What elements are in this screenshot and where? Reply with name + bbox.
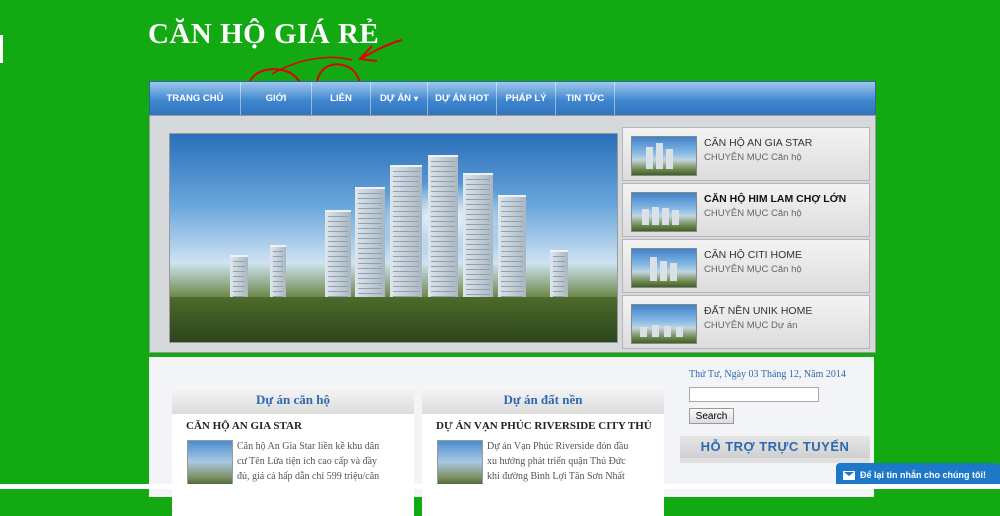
- nav-label: DỰ ÁN HOT: [435, 93, 489, 104]
- nav-item-home[interactable]: TRANG CHỦ: [150, 82, 241, 116]
- box-heading[interactable]: Dự án căn hộ: [172, 386, 414, 414]
- nav-label: LIÊN: [330, 93, 352, 104]
- thumb-title: CĂN HỘ AN GIA STAR: [704, 137, 813, 149]
- main-nav: TRANG CHỦ GIỚI LIÊN DỰ ÁN ▾ DỰ ÁN HOT PHÁ…: [149, 81, 876, 117]
- nav-item-news[interactable]: TIN TỨC: [556, 82, 615, 116]
- slider-thumb[interactable]: ĐẤT NỀN UNIK HOME CHUYÊN MỤC Dự án: [622, 295, 870, 349]
- box-item-title[interactable]: DỰ ÁN VẠN PHÚC RIVERSIDE CITY THỦ: [422, 414, 664, 432]
- nav-label: DỰ ÁN: [379, 93, 412, 104]
- thumb-title: CĂN HỘ HIM LAM CHỢ LỚN: [704, 193, 847, 205]
- search-button[interactable]: Search: [689, 408, 734, 424]
- excerpt-line: khi đường Bình Lợi Tân Sơn Nhất: [487, 471, 625, 482]
- thumb-title: CĂN HỘ CITI HOME: [704, 249, 803, 261]
- slider-thumb[interactable]: CĂN HỘ CITI HOME CHUYÊN MỤC Căn hộ: [622, 239, 870, 293]
- site-title[interactable]: CĂN HỘ GIÁ RẺ: [148, 18, 379, 51]
- thumb-image: [631, 248, 697, 288]
- hero-building: [390, 165, 422, 307]
- slider-thumb[interactable]: CĂN HỘ AN GIA STAR CHUYÊN MỤC Căn hộ: [622, 127, 870, 181]
- box-item-excerpt: Dự án Vạn Phúc Riverside đón đầu xu hướn…: [487, 439, 659, 484]
- excerpt-line: Dự án Vạn Phúc Riverside đón đầu: [487, 441, 629, 452]
- nav-label: TRANG CHỦ: [166, 93, 224, 104]
- left-edge-strip: [0, 35, 3, 63]
- current-date: Thứ Tư, Ngày 03 Tháng 12, Năm 2014: [689, 369, 846, 380]
- envelope-icon: [843, 471, 855, 481]
- box-heading[interactable]: Dự án đất nền: [422, 386, 664, 414]
- hero-building: [463, 173, 493, 307]
- nav-item-contact[interactable]: LIÊN: [312, 82, 371, 116]
- thumb-image: [631, 192, 697, 232]
- thumb-category: CHUYÊN MỤC Dự án: [704, 320, 798, 331]
- hero-image[interactable]: [169, 133, 618, 343]
- hero-building: [498, 195, 526, 307]
- hero-building: [428, 155, 458, 307]
- slider-thumb[interactable]: CĂN HỘ HIM LAM CHỢ LỚN CHUYÊN MỤC Căn hộ: [622, 183, 870, 237]
- chat-label: Để lại tin nhắn cho chúng tôi!: [860, 470, 986, 480]
- hero-building: [355, 187, 385, 307]
- excerpt-line: Căn hộ An Gia Star liền kề khu dân: [237, 441, 380, 452]
- hero-trees: [170, 297, 617, 342]
- thumb-category: CHUYÊN MỤC Căn hộ: [704, 264, 802, 275]
- thumb-title: ĐẤT NỀN UNIK HOME: [704, 305, 813, 317]
- nav-item-legal[interactable]: PHÁP LÝ: [497, 82, 556, 116]
- box-item-image[interactable]: [437, 440, 483, 488]
- project-box-land: Dự án đất nền DỰ ÁN VẠN PHÚC RIVERSIDE C…: [422, 386, 664, 516]
- nav-item-projects[interactable]: DỰ ÁN ▾: [371, 82, 428, 116]
- hero-building: [325, 210, 351, 307]
- excerpt-line: đủ, giá cả hấp dẫn chỉ 599 triệu/căn: [237, 471, 380, 482]
- box-item-title[interactable]: CĂN HỘ AN GIA STAR: [172, 414, 414, 432]
- chevron-down-icon: ▾: [414, 94, 419, 103]
- nav-label: PHÁP LÝ: [505, 93, 547, 104]
- search-input[interactable]: [689, 387, 819, 402]
- excerpt-line: xu hướng phát triển quận Thủ Đức: [487, 456, 626, 467]
- nav-label: TIN TỨC: [565, 93, 605, 104]
- excerpt-line: cư Tên Lửa tiện ích cao cấp và đầy: [237, 456, 378, 467]
- thumb-image: [631, 304, 697, 344]
- nav-label: GIỚI: [265, 93, 287, 104]
- annotation-connector: [271, 56, 353, 75]
- nav-item-hot-projects[interactable]: DỰ ÁN HOT: [428, 82, 497, 116]
- box-item-image[interactable]: [187, 440, 233, 488]
- bottom-edge: [0, 484, 1000, 489]
- nav-item-about[interactable]: GIỚI: [241, 82, 312, 116]
- box-item-excerpt: Căn hộ An Gia Star liền kề khu dân cư Tê…: [237, 439, 409, 484]
- project-box-apartments: Dự án căn hộ CĂN HỘ AN GIA STAR Căn hộ A…: [172, 386, 414, 516]
- thumb-category: CHUYÊN MỤC Căn hộ: [704, 208, 802, 219]
- thumb-image: [631, 136, 697, 176]
- slider-thumbnails: CĂN HỘ AN GIA STAR CHUYÊN MỤC Căn hộ CĂN…: [622, 127, 870, 349]
- thumb-category: CHUYÊN MỤC Căn hộ: [704, 152, 802, 163]
- support-heading: HỖ TRỢ TRỰC TUYẾN: [680, 436, 870, 458]
